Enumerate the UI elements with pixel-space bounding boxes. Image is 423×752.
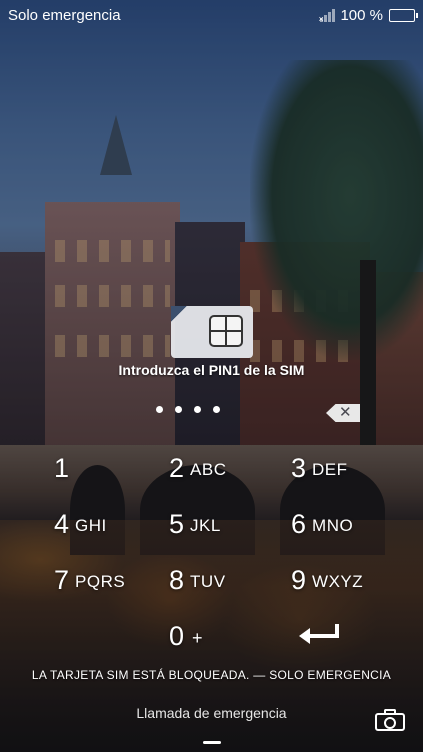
key-4[interactable]: 4 GHI	[54, 496, 169, 552]
pin-dot	[194, 406, 201, 413]
pin-dot	[156, 406, 163, 413]
sim-card-icon	[171, 306, 253, 358]
key-2[interactable]: 2 ABC	[169, 440, 291, 496]
home-indicator[interactable]	[203, 741, 221, 744]
carrier-label: Solo emergencia	[8, 6, 121, 24]
sim-chip-icon	[209, 315, 243, 347]
pin-prompt-title: Introduzca el PIN1 de la SIM	[118, 362, 305, 378]
key-1[interactable]: 1	[54, 440, 169, 496]
battery-percent: 100 %	[340, 6, 383, 24]
key-5[interactable]: 5 JKL	[169, 496, 291, 552]
battery-full-icon	[389, 8, 418, 22]
key-8[interactable]: 8 TUV	[169, 552, 291, 608]
enter-arrow-icon	[299, 624, 339, 644]
key-6[interactable]: 6 MNO	[291, 496, 411, 552]
signal-no-sim-icon: ×	[318, 8, 336, 24]
key-7[interactable]: 7 PQRS	[54, 552, 169, 608]
pin-dot	[213, 406, 220, 413]
key-9[interactable]: 9 WXYZ	[291, 552, 411, 608]
keypad: 1 2 ABC 3 DEF 4 GHI 5 JKL 6 MNO 7 PQRS 8 TUV 9W…	[0, 440, 423, 664]
status-indicators: × 100 %	[318, 6, 418, 24]
enter-button[interactable]	[291, 608, 411, 664]
camera-icon[interactable]	[375, 709, 405, 731]
status-bar: Solo emergencia × 100 %	[0, 0, 423, 30]
key-3[interactable]: 3 DEF	[291, 440, 411, 496]
sim-locked-message: LA TARJETA SIM ESTÁ BLOQUEADA. — SOLO EM…	[31, 668, 392, 682]
key-0[interactable]: 0 +	[169, 608, 291, 664]
backspace-icon[interactable]: ✕	[326, 404, 360, 422]
emergency-call-button[interactable]: Llamada de emergencia	[0, 705, 423, 721]
keypad-spacer	[54, 608, 169, 664]
pin-dot	[175, 406, 182, 413]
pin-entry-field[interactable]	[156, 406, 220, 413]
